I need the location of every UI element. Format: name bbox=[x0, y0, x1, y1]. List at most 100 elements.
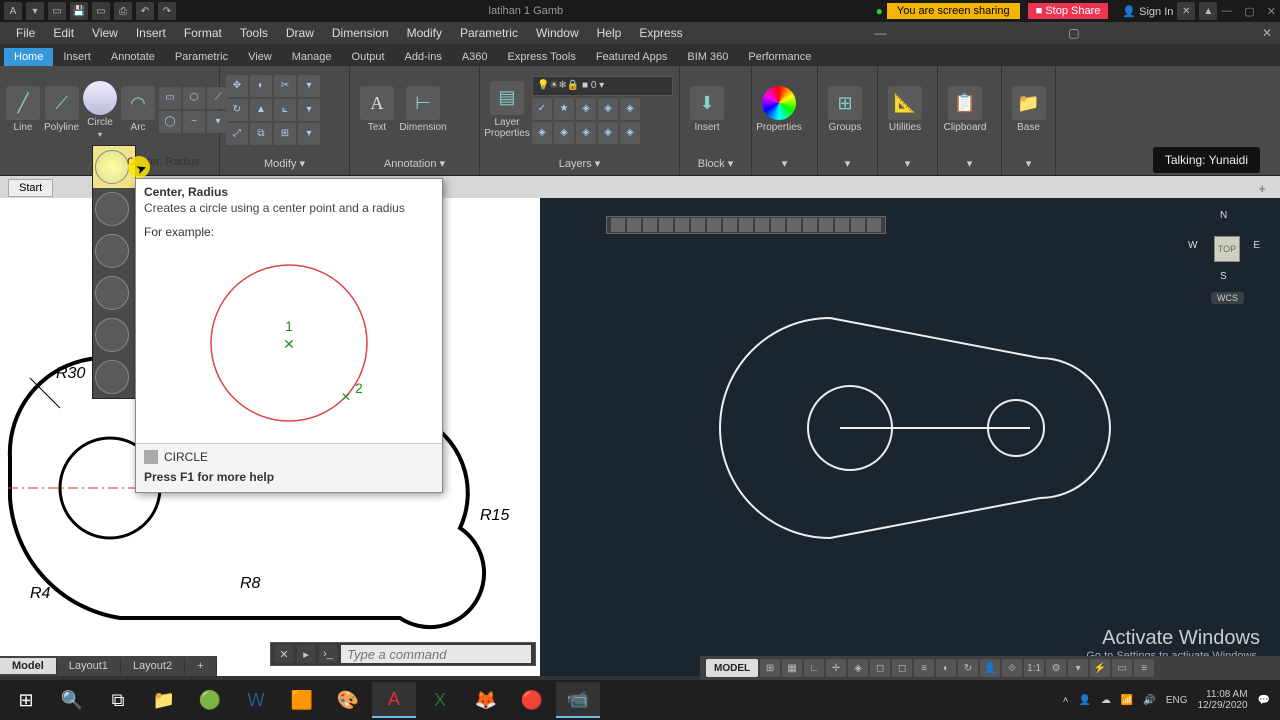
status-transparency-icon[interactable]: ◐ bbox=[936, 659, 956, 677]
search-button[interactable]: 🔍 bbox=[50, 682, 94, 718]
tab-express[interactable]: Express Tools bbox=[498, 48, 586, 66]
menu-file[interactable]: File bbox=[8, 24, 43, 42]
status-osnap-icon[interactable]: ◻ bbox=[870, 659, 890, 677]
tab-layout2[interactable]: Layout2 bbox=[121, 658, 185, 674]
utilities-button[interactable]: 📐Utilities bbox=[884, 86, 926, 133]
menu-parametric[interactable]: Parametric bbox=[452, 24, 526, 42]
status-scale-button[interactable]: 1:1 bbox=[1024, 659, 1044, 677]
tab-add-layout[interactable]: + bbox=[185, 658, 216, 674]
arc-button[interactable]: ◠Arc bbox=[121, 86, 155, 133]
exchange-icon[interactable]: ▲ bbox=[1199, 2, 1217, 20]
status-cycling-icon[interactable]: ↻ bbox=[958, 659, 978, 677]
new-tab-button[interactable]: + bbox=[1252, 181, 1272, 196]
qat-undo-icon[interactable]: ↶ bbox=[136, 2, 154, 20]
status-annoscale-icon[interactable]: ⟐ bbox=[1002, 659, 1022, 677]
app-paint-icon[interactable]: 🎨 bbox=[326, 682, 370, 718]
clock[interactable]: 11:08 AM 12/29/2020 bbox=[1197, 689, 1247, 711]
circle-2point-item[interactable] bbox=[93, 230, 135, 272]
circle-button[interactable]: Circle▾ bbox=[83, 81, 117, 139]
zoom-icon[interactable]: 📹 bbox=[556, 682, 600, 718]
tab-output[interactable]: Output bbox=[342, 48, 395, 66]
cmdline-options-icon[interactable]: ▸ bbox=[297, 645, 315, 663]
tab-start[interactable]: Start bbox=[8, 179, 53, 197]
base-button[interactable]: 📁Base bbox=[1008, 86, 1049, 133]
menu-insert[interactable]: Insert bbox=[128, 24, 174, 42]
modify-buttons[interactable]: ✥◐✂▾ ↻▲⟀▾ ⤢⧉⊞▾ bbox=[226, 75, 320, 145]
minimize-button[interactable]: — bbox=[1221, 5, 1232, 18]
sign-in-button[interactable]: 👤 Sign In bbox=[1122, 5, 1173, 18]
status-grid-icon[interactable]: ⊞ bbox=[760, 659, 780, 677]
status-3dosnap-icon[interactable]: ◻ bbox=[892, 659, 912, 677]
groups-button[interactable]: ⊞Groups bbox=[824, 86, 866, 133]
clipboard-button[interactable]: 📋Clipboard bbox=[944, 86, 986, 133]
dimension-button[interactable]: ⊢Dimension bbox=[402, 86, 444, 133]
text-button[interactable]: AText bbox=[356, 86, 398, 133]
tab-manage[interactable]: Manage bbox=[282, 48, 342, 66]
doc-restore-icon[interactable]: ▢ bbox=[1060, 24, 1078, 42]
status-clean-icon[interactable]: ▭ bbox=[1112, 659, 1132, 677]
menu-modify[interactable]: Modify bbox=[399, 24, 450, 42]
taskview-button[interactable]: ⧉ bbox=[96, 682, 140, 718]
notifications-icon[interactable]: 💬 bbox=[1258, 695, 1270, 706]
cmdline-close-icon[interactable]: ✕ bbox=[275, 645, 293, 663]
tab-performance[interactable]: Performance bbox=[738, 48, 821, 66]
tab-featured[interactable]: Featured Apps bbox=[586, 48, 678, 66]
command-input[interactable] bbox=[341, 645, 531, 663]
circle-ttr-item[interactable] bbox=[93, 314, 135, 356]
menu-view[interactable]: View bbox=[84, 24, 126, 42]
menu-help[interactable]: Help bbox=[589, 24, 630, 42]
status-gear-icon[interactable]: ⚙ bbox=[1046, 659, 1066, 677]
tab-home[interactable]: Home bbox=[4, 48, 53, 66]
chrome-icon[interactable]: 🟢 bbox=[188, 682, 232, 718]
app-red-icon[interactable]: 🔴 bbox=[510, 682, 554, 718]
tray-chevron-icon[interactable]: ˄ bbox=[1063, 695, 1069, 706]
menu-format[interactable]: Format bbox=[176, 24, 230, 42]
status-lwt-icon[interactable]: ≡ bbox=[914, 659, 934, 677]
viewport-right[interactable]: TOP N S E W WCS Activate Windows Go to S… bbox=[540, 198, 1280, 676]
qat-plot-icon[interactable]: ⎙ bbox=[114, 2, 132, 20]
status-custom-icon[interactable]: ≡ bbox=[1134, 659, 1154, 677]
status-hardware-icon[interactable]: ⚡ bbox=[1090, 659, 1110, 677]
status-model-button[interactable]: MODEL bbox=[706, 659, 758, 677]
circle-ttt-item[interactable] bbox=[93, 356, 135, 398]
menu-tools[interactable]: Tools bbox=[232, 24, 276, 42]
layer-dropdown[interactable]: 💡☀❄🔒 ■ 0 ▾ bbox=[532, 76, 673, 96]
insert-block-button[interactable]: ⬇Insert bbox=[686, 86, 728, 133]
status-ortho-icon[interactable]: ∟ bbox=[804, 659, 824, 677]
qat-open-icon[interactable]: ▭ bbox=[48, 2, 66, 20]
tab-bim360[interactable]: BIM 360 bbox=[677, 48, 738, 66]
tab-annotate[interactable]: Annotate bbox=[101, 48, 165, 66]
start-button[interactable]: ⊞ bbox=[4, 682, 48, 718]
doc-close-icon[interactable]: ✕ bbox=[1254, 24, 1272, 42]
tab-insert[interactable]: Insert bbox=[53, 48, 101, 66]
stop-share-button[interactable]: ■ Stop Share bbox=[1028, 3, 1109, 19]
menu-dimension[interactable]: Dimension bbox=[324, 24, 397, 42]
layer-properties-button[interactable]: ▤Layer Properties bbox=[486, 81, 528, 139]
qat-save-icon[interactable]: 💾 bbox=[70, 2, 88, 20]
tab-a360[interactable]: A360 bbox=[452, 48, 498, 66]
line-button[interactable]: ╱Line bbox=[6, 86, 40, 133]
explorer-icon[interactable]: 📁 bbox=[142, 682, 186, 718]
tab-addins[interactable]: Add-ins bbox=[395, 48, 452, 66]
tray-volume-icon[interactable]: 🔊 bbox=[1143, 695, 1155, 706]
properties-button[interactable]: Properties bbox=[758, 86, 800, 133]
tab-view[interactable]: View bbox=[238, 48, 282, 66]
tab-parametric[interactable]: Parametric bbox=[165, 48, 238, 66]
tray-wifi-icon[interactable]: 📶 bbox=[1121, 695, 1133, 706]
maximize-button[interactable]: ▢ bbox=[1244, 5, 1254, 18]
tray-cloud-icon[interactable]: ☁ bbox=[1101, 695, 1111, 706]
close-button[interactable]: ✕ bbox=[1267, 5, 1276, 18]
layer-tools[interactable]: ✓★◈◈◈ ◈◈◈◈◈ bbox=[532, 98, 673, 144]
qat-new-icon[interactable]: ▾ bbox=[26, 2, 44, 20]
app-s-icon[interactable]: 🦊 bbox=[464, 682, 508, 718]
status-snap-icon[interactable]: ▦ bbox=[782, 659, 802, 677]
tab-model[interactable]: Model bbox=[0, 658, 57, 674]
menu-window[interactable]: Window bbox=[528, 24, 587, 42]
autocad-icon[interactable]: A bbox=[372, 682, 416, 718]
tray-lang-icon[interactable]: ENG bbox=[1166, 695, 1188, 706]
status-iso-icon[interactable]: ◈ bbox=[848, 659, 868, 677]
circle-3point-item[interactable] bbox=[93, 272, 135, 314]
word-icon[interactable]: W bbox=[234, 682, 278, 718]
tab-layout1[interactable]: Layout1 bbox=[57, 658, 121, 674]
infocenter-icon[interactable]: ✕ bbox=[1177, 2, 1195, 20]
